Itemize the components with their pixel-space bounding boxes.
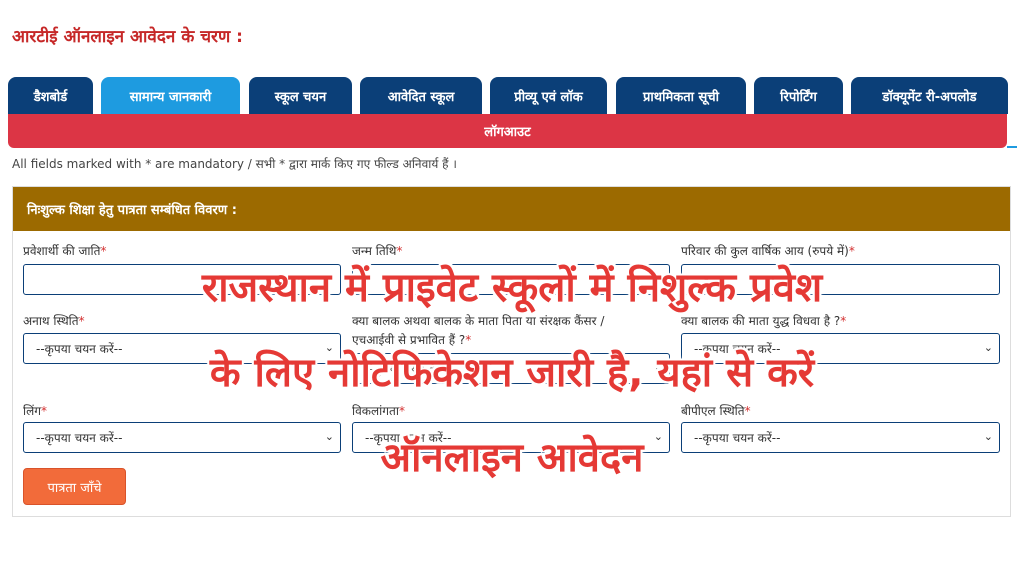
page-heading: आरटीई ऑनलाइन आवेदन के चरण : (12, 27, 243, 47)
required-mark: * (396, 244, 403, 258)
orphan-label: अनाथ स्थिति* (23, 312, 85, 329)
required-mark: * (744, 404, 751, 418)
tab-dashboard[interactable]: डैशबोर्ड (8, 77, 93, 114)
cancer-hiv-label-line1: क्या बालक अथवा बालक के माता पिता या संरक… (352, 314, 605, 328)
overlay-headline-line3: ऑनलाइन आवेदन (380, 435, 644, 481)
tab-priority-list[interactable]: प्राथमिकता सूची (616, 77, 746, 114)
required-mark: * (848, 244, 855, 258)
dob-label-text: जन्म तिथि (352, 244, 397, 258)
tab-applied-schools[interactable]: आवेदित स्कूल (360, 77, 482, 114)
required-mark: * (840, 314, 847, 328)
dob-label: जन्म तिथि* (352, 242, 402, 259)
mandatory-note: All fields marked with * are mandatory /… (12, 157, 457, 171)
caste-label-text: प्रवेशार्थी की जाति (23, 244, 101, 258)
disability-label-text: विकलांगता (352, 404, 399, 418)
required-mark: * (78, 314, 85, 328)
tab-school-selection[interactable]: स्कूल चयन (249, 77, 352, 114)
tab-preview-lock[interactable]: प्रीव्यू एवं लॉक (490, 77, 607, 114)
step-tabs: डैशबोर्ड सामान्य जानकारी स्कूल चयन आवेदि… (8, 77, 1008, 114)
logout-button[interactable]: लॉगआउट (8, 114, 1007, 148)
orphan-label-text: अनाथ स्थिति (23, 314, 79, 328)
bpl-label: बीपीएल स्थिति* (681, 402, 751, 419)
section-title: निःशुल्क शिक्षा हेतु पात्रता सम्बंधित वि… (13, 187, 1010, 231)
tab-document-reupload[interactable]: डॉक्यूमेंट री-अपलोड (851, 77, 1008, 114)
accent-line (1007, 146, 1017, 148)
tab-reporting[interactable]: रिपोर्टिंग (754, 77, 843, 114)
income-label: परिवार की कुल वार्षिक आय (रुपये में)* (681, 242, 855, 259)
bpl-label-text: बीपीएल स्थिति (681, 404, 745, 418)
gender-label-text: लिंग (23, 404, 42, 418)
disability-label: विकलांगता* (352, 402, 405, 419)
war-widow-label-text: क्या बालक की माता युद्ध विधवा है ? (681, 314, 841, 328)
required-mark: * (100, 244, 107, 258)
required-mark: * (41, 404, 48, 418)
tab-general-info[interactable]: सामान्य जानकारी (101, 77, 240, 114)
income-label-text: परिवार की कुल वार्षिक आय (रुपये में) (681, 244, 849, 258)
caste-label: प्रवेशार्थी की जाति* (23, 242, 106, 259)
war-widow-label: क्या बालक की माता युद्ध विधवा है ?* (681, 312, 846, 329)
overlay-headline-line2: के लिए नोटिफिकेशन जारी है, यहां से करें (209, 350, 815, 396)
gender-label: लिंग* (23, 402, 47, 419)
overlay-headline-line1: राजस्थान में प्राइवेट स्कूलों में निशुल्… (201, 265, 823, 311)
required-mark: * (398, 404, 405, 418)
